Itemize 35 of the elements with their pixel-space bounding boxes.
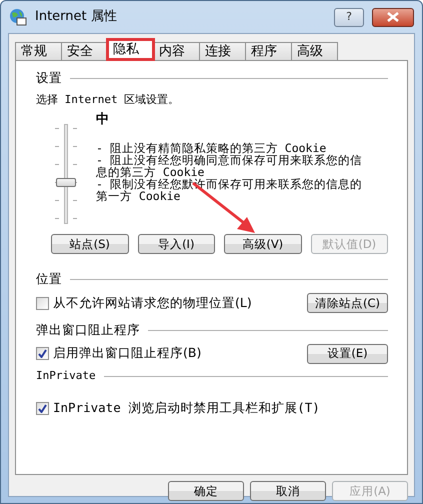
slider-thumb[interactable] [56, 178, 76, 188]
tab[interactable]: 安全 [61, 42, 108, 60]
checkbox[interactable] [36, 347, 49, 360]
tab[interactable]: 高级 [291, 42, 338, 60]
description-text: 选择 Internet 区域设置。 [36, 92, 180, 108]
description-text: - 阻止没有精简隐私策略的第三方 Cookie [96, 142, 326, 154]
description-text: - 阻止没有经您明确同意而保存可用来联系您的信息的第三方 Cookie [96, 154, 363, 178]
checkbox-label: 启用弹出窗口阻止程序(B) [53, 344, 202, 362]
tab[interactable]: 内容 [153, 42, 200, 60]
globe-icon [9, 8, 27, 26]
dialog-button[interactable]: 设置(E) [307, 344, 388, 364]
privacy-slider[interactable] [54, 124, 78, 224]
section-heading: InPrivate [36, 368, 96, 384]
dialog-button[interactable]: 站点(S) [51, 234, 128, 254]
tab[interactable]: 程序 [245, 42, 292, 60]
level-name: 中 [96, 111, 110, 130]
window-title: Internet 属性 [35, 8, 118, 26]
section-heading: 位置 [36, 270, 62, 288]
tab[interactable]: 常规 [15, 42, 62, 60]
dialog-button[interactable]: 取消 [250, 481, 326, 501]
dialog-button[interactable]: 导入(I) [138, 234, 215, 254]
help-button[interactable]: ? [334, 8, 364, 26]
checkbox-label: 从不允许网站请求您的物理位置(L) [53, 294, 252, 312]
close-button[interactable] [372, 8, 414, 26]
dialog-button[interactable]: 清除站点(C) [307, 293, 388, 313]
close-icon [387, 12, 399, 22]
tab[interactable]: 隐私 [107, 39, 154, 60]
dialog-button[interactable]: 高级(V) [224, 234, 302, 254]
section-heading: 弹出窗口阻止程序 [36, 321, 140, 339]
checkbox-label: InPrivate 浏览启动时禁用工具栏和扩展(T) [53, 398, 320, 417]
checkbox[interactable] [36, 402, 49, 415]
dialog-button[interactable]: 确定 [168, 481, 244, 501]
section-heading: 设置 [36, 69, 62, 87]
checkbox[interactable] [36, 296, 49, 310]
tab[interactable]: 连接 [199, 42, 246, 60]
